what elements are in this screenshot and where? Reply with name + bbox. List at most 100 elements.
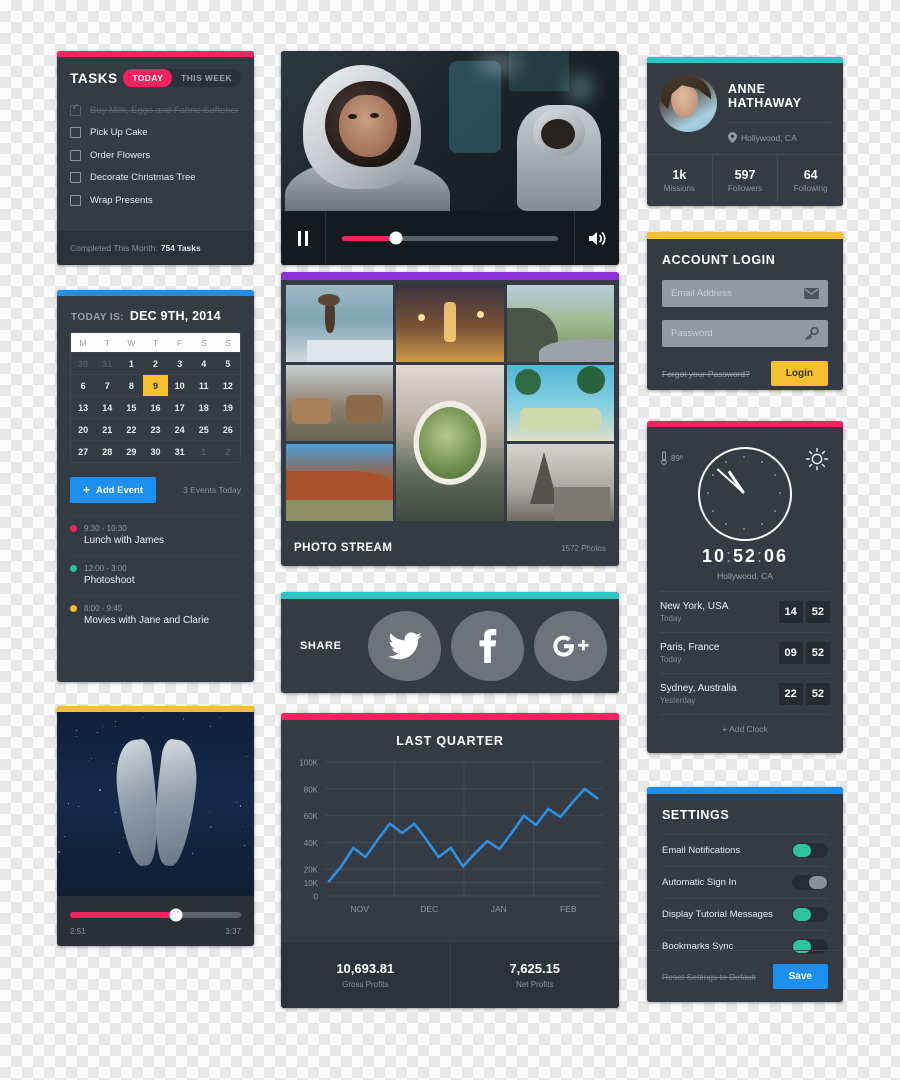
world-clock-row[interactable]: New York, USA Today 14 52 [660, 591, 830, 632]
calendar-day[interactable]: 12 [216, 374, 240, 396]
email-field-wrap[interactable] [662, 280, 828, 307]
task-item[interactable]: Order Flowers [70, 144, 241, 167]
facebook-icon[interactable] [451, 611, 524, 681]
calendar-day[interactable]: 6 [71, 374, 95, 396]
facebook-f-icon [478, 629, 498, 663]
calendar-weeks[interactable]: 30 31 1 2 3 4 5 6 7 8 9 10 11 12 13 14 15 16 17 18 19 20 21 22 2… [71, 352, 240, 462]
calendar-day[interactable]: 29 [119, 440, 143, 462]
google-plus-icon[interactable] [534, 611, 607, 681]
event-item[interactable]: 9:30 - 10:30 Lunch with James [70, 515, 241, 555]
volume-button[interactable] [575, 211, 619, 265]
calendar-day[interactable]: 5 [216, 352, 240, 374]
task-item[interactable]: Decorate Christmas Tree [70, 167, 241, 190]
calendar-day[interactable]: 21 [95, 418, 119, 440]
calendar-day[interactable]: 2 [216, 440, 240, 462]
calendar-day[interactable]: 20 [71, 418, 95, 440]
chart-stat-label: Gross Profits [342, 980, 388, 989]
star [240, 805, 242, 807]
task-checkbox[interactable] [70, 127, 81, 138]
calendar-day[interactable]: 27 [71, 440, 95, 462]
video-progress-slider[interactable] [342, 236, 558, 241]
task-checkbox[interactable] [70, 172, 81, 183]
calendar-day[interactable]: 1 [192, 440, 216, 462]
calendar-grid[interactable]: MTWTFSS 30 31 1 2 3 4 5 6 7 8 9 10 11 12 13 14 15 16 17 18 1… [70, 332, 241, 463]
task-checkbox[interactable] [70, 150, 81, 161]
star [76, 736, 77, 737]
calendar-day[interactable]: 15 [119, 396, 143, 418]
save-button[interactable]: Save [773, 964, 828, 989]
calendar-day[interactable]: 30 [71, 352, 95, 374]
twitter-bird-icon [388, 632, 422, 660]
thermometer-icon [661, 451, 667, 465]
calendar-day[interactable]: 14 [95, 396, 119, 418]
task-checkbox[interactable] [70, 195, 81, 206]
calendar-dow: W [119, 333, 143, 352]
reset-settings-link[interactable]: Reset Settings to Default [662, 972, 756, 982]
calendar-day[interactable]: 25 [192, 418, 216, 440]
password-field[interactable] [671, 328, 805, 339]
calendar-day[interactable]: 1 [119, 352, 143, 374]
calendar-day[interactable]: 23 [143, 418, 167, 440]
calendar-actions: + Add Event 3 Events Today [57, 463, 254, 515]
star [183, 718, 185, 720]
calendar-day[interactable]: 24 [168, 418, 192, 440]
calendar-day[interactable]: 7 [95, 374, 119, 396]
chart-ytick-label: 20K [304, 866, 319, 875]
calendar-day[interactable]: 22 [119, 418, 143, 440]
task-item[interactable]: Wrap Presents [70, 189, 241, 212]
calendar-day[interactable]: 26 [216, 418, 240, 440]
calendar-day[interactable]: 28 [95, 440, 119, 462]
add-event-button[interactable]: + Add Event [70, 477, 156, 503]
task-item[interactable]: Buy Milk, Eggs and Fabric Softener [70, 99, 241, 122]
calendar-day[interactable]: 4 [192, 352, 216, 374]
event-item[interactable]: 8:00 - 9:45 Movies with Jane and Clarie [70, 595, 241, 635]
calendar-day[interactable]: 31 [168, 440, 192, 462]
photo-thumb[interactable] [507, 444, 614, 521]
world-clock-row[interactable]: Paris, France Today 09 52 [660, 632, 830, 673]
calendar-day[interactable]: 19 [216, 396, 240, 418]
photo-thumb-featured[interactable] [396, 365, 503, 521]
twitter-icon[interactable] [368, 611, 441, 681]
calendar-day[interactable]: 16 [143, 396, 167, 418]
video-progress-handle[interactable] [390, 232, 403, 245]
add-clock-button[interactable]: + Add Clock [660, 714, 830, 743]
photo-thumb[interactable] [286, 444, 393, 521]
photo-thumb[interactable] [507, 365, 614, 442]
calendar-day-selected[interactable]: 9 [143, 374, 167, 396]
forgot-password-link[interactable]: Forgot your Password? [662, 369, 750, 379]
login-button[interactable]: Login [771, 361, 828, 386]
tab-today[interactable]: TODAY [123, 69, 172, 87]
photo-thumb[interactable] [396, 285, 503, 362]
photo-thumb[interactable] [286, 365, 393, 442]
password-field-wrap[interactable] [662, 320, 828, 347]
settings-toggle[interactable] [792, 843, 828, 858]
tab-this-week[interactable]: THIS WEEK [172, 73, 241, 83]
calendar-day[interactable]: 2 [143, 352, 167, 374]
world-clock-row[interactable]: Sydney, Australia Yesterday 22 52 [660, 673, 830, 714]
email-field[interactable] [671, 288, 804, 299]
photo-thumb[interactable] [286, 285, 393, 362]
event-item[interactable]: 12:00 - 3:00 Photoshoot [70, 555, 241, 595]
video-frame[interactable] [281, 51, 619, 211]
tasks-range-toggle[interactable]: TODAY THIS WEEK [123, 69, 241, 87]
calendar-day[interactable]: 8 [119, 374, 143, 396]
task-item[interactable]: Pick Up Cake [70, 122, 241, 145]
task-checkbox[interactable] [70, 105, 81, 116]
calendar-day[interactable]: 10 [168, 374, 192, 396]
settings-toggle[interactable] [792, 875, 828, 890]
calendar-day[interactable]: 3 [168, 352, 192, 374]
photo-thumb[interactable] [507, 285, 614, 362]
music-progress-handle[interactable] [170, 909, 183, 922]
pause-button[interactable] [281, 211, 325, 265]
calendar-day[interactable]: 30 [143, 440, 167, 462]
avatar[interactable] [659, 74, 717, 132]
calendar-day[interactable]: 18 [192, 396, 216, 418]
clock-tick [743, 456, 745, 458]
calendar-day[interactable]: 11 [192, 374, 216, 396]
share-label: SHARE [300, 640, 358, 652]
calendar-day[interactable]: 17 [168, 396, 192, 418]
calendar-day[interactable]: 31 [95, 352, 119, 374]
settings-toggle[interactable] [792, 907, 828, 922]
music-progress-slider[interactable] [70, 912, 241, 918]
calendar-day[interactable]: 13 [71, 396, 95, 418]
